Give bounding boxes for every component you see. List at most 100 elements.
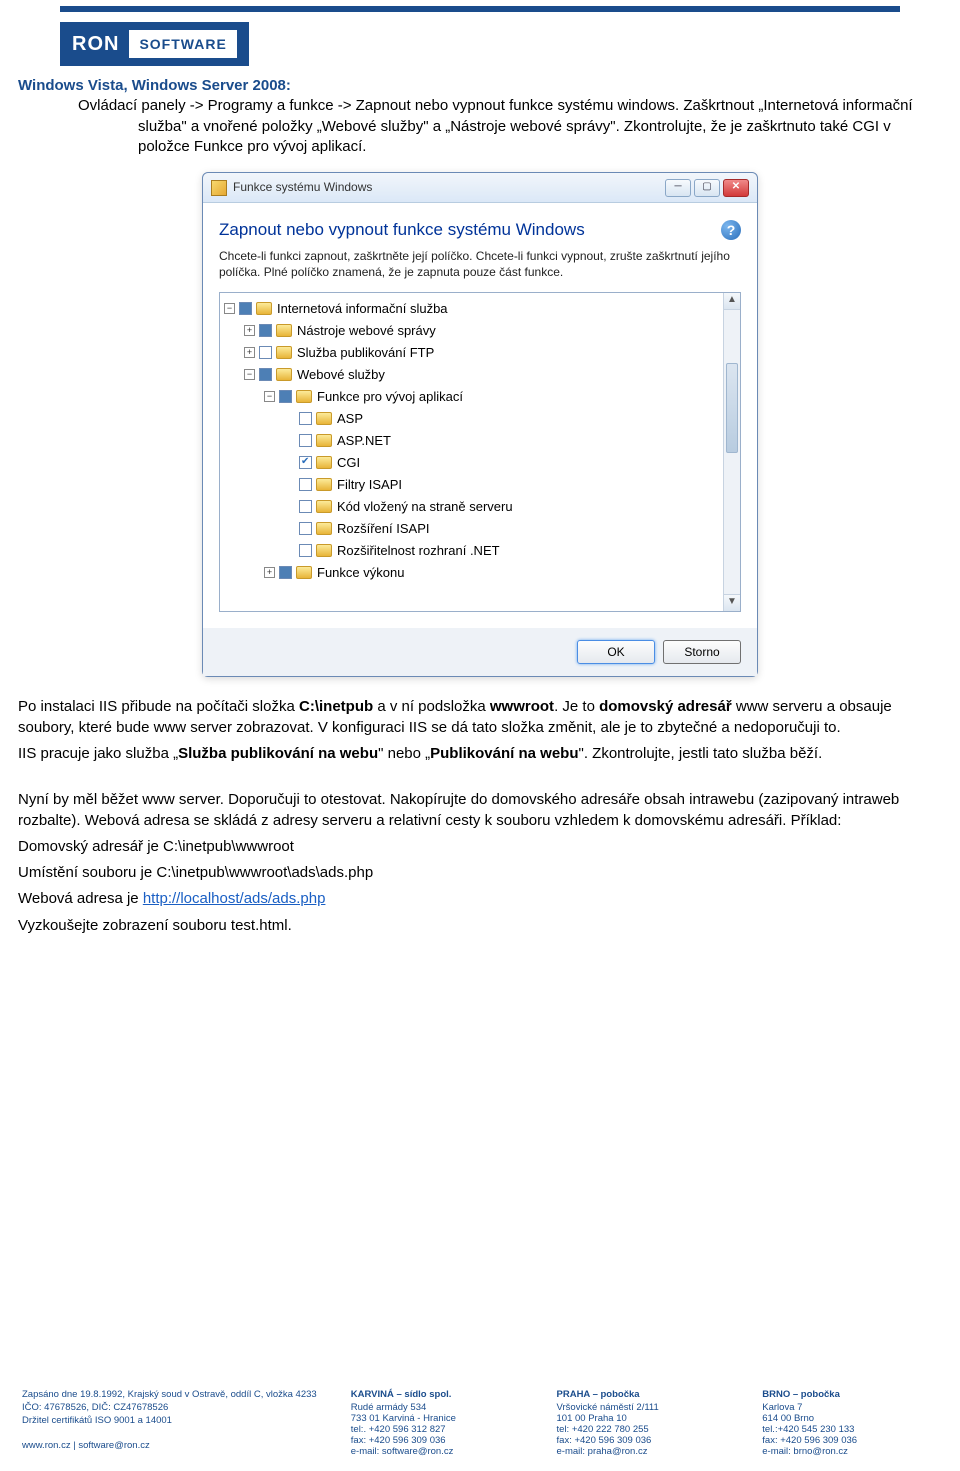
paragraph-1: Ovládací panely -> Programy a funkce -> … [78, 96, 942, 157]
office-tel: tel: +420 222 780 255 [557, 1424, 733, 1435]
checkbox[interactable] [299, 544, 312, 557]
collapse-icon[interactable]: − [244, 369, 255, 380]
tree-item[interactable]: Filtry ISAPI [220, 473, 740, 495]
url-link[interactable]: http://localhost/ads/ads.php [143, 890, 326, 907]
footer-web: www.ron.cz | software@ron.cz [22, 1440, 321, 1451]
scroll-thumb[interactable] [726, 363, 738, 453]
checkbox[interactable] [299, 500, 312, 513]
folder-icon [316, 434, 332, 447]
folder-icon [276, 368, 292, 381]
tree-label: ASP [337, 410, 363, 428]
tree-item[interactable]: + Služba publikování FTP [220, 341, 740, 363]
folder-icon [256, 302, 272, 315]
office-addr2: 101 00 Praha 10 [557, 1413, 733, 1424]
cancel-button[interactable]: Storno [663, 640, 741, 664]
tree-label: Internetová informační služba [277, 300, 448, 318]
tree-item[interactable]: ASP [220, 407, 740, 429]
scroll-up-icon[interactable]: ▲ [724, 293, 740, 310]
ok-button[interactable]: OK [577, 640, 655, 664]
office-tel: tel:. +420 596 312 827 [351, 1424, 527, 1435]
folder-icon [296, 566, 312, 579]
office-email: e-mail: software@ron.cz [351, 1446, 527, 1457]
tree-item[interactable]: Kód vložený na straně serveru [220, 495, 740, 517]
tree-label: Filtry ISAPI [337, 476, 402, 494]
office-addr: Rudé armády 534 [351, 1402, 527, 1413]
tree-item[interactable]: CGI [220, 451, 740, 473]
paragraph-3: IIS pracuje jako služba „Služba publikov… [18, 744, 942, 764]
tree-item[interactable]: ASP.NET [220, 429, 740, 451]
checkbox[interactable] [259, 346, 272, 359]
section-heading: Windows Vista, Windows Server 2008: [18, 77, 291, 94]
tree-item[interactable]: Rozšiřitelnost rozhraní .NET [220, 539, 740, 561]
feature-tree[interactable]: − Internetová informační služba + Nástroje … [219, 292, 741, 612]
tree-item[interactable]: − Internetová informační služba [220, 297, 740, 319]
scrollbar[interactable]: ▲ ▼ [723, 293, 740, 611]
folder-icon [316, 500, 332, 513]
office-addr2: 614 00 Brno [762, 1413, 938, 1424]
expand-icon[interactable]: + [244, 325, 255, 336]
checkbox[interactable] [299, 412, 312, 425]
checkbox[interactable] [259, 324, 272, 337]
tree-item[interactable]: + Funkce výkonu [220, 561, 740, 583]
checkbox[interactable] [279, 566, 292, 579]
expand-icon[interactable]: + [264, 567, 275, 578]
office-addr: Vršovické náměstí 2/111 [557, 1402, 733, 1413]
checkbox[interactable] [299, 478, 312, 491]
footer-office: PRAHA – pobočka Vršovické náměstí 2/11110… [557, 1389, 733, 1457]
logo-software: SOFTWARE [129, 30, 236, 58]
scroll-down-icon[interactable]: ▼ [724, 594, 740, 611]
tree-label: Rozšiřitelnost rozhraní .NET [337, 542, 500, 560]
folder-icon [316, 456, 332, 469]
checkbox[interactable] [259, 368, 272, 381]
office-fax: fax: +420 596 309 036 [351, 1435, 527, 1446]
help-icon[interactable]: ? [721, 220, 741, 240]
tree-label: Kód vložený na straně serveru [337, 498, 513, 516]
tree-label: Funkce výkonu [317, 564, 404, 582]
checkbox[interactable] [299, 456, 312, 469]
close-button[interactable]: ✕ [723, 179, 749, 197]
maximize-button[interactable]: ▢ [694, 179, 720, 197]
tree-label: Nástroje webové správy [297, 322, 436, 340]
office-fax: fax: +420 596 309 036 [762, 1435, 938, 1446]
paragraph-4-line5: Vyzkoušejte zobrazení souboru test.html. [18, 916, 942, 936]
checkbox[interactable] [299, 522, 312, 535]
footer-office: BRNO – pobočkaKarlova 7614 00 Brnotel.:+… [762, 1389, 938, 1457]
document-body: Windows Vista, Windows Server 2008: Ovlá… [0, 76, 960, 936]
footer-ico: IČO: 47678526, DIČ: CZ47678526 [22, 1402, 321, 1413]
window-title: Funkce systému Windows [233, 179, 665, 195]
expand-icon[interactable]: + [244, 347, 255, 358]
header: RON SOFTWARE [0, 12, 960, 76]
footer-registration: Zapsáno dne 19.8.1992, Krajský soud v Os… [22, 1389, 321, 1400]
logo-ron: RON [72, 33, 119, 56]
collapse-icon[interactable]: − [264, 391, 275, 402]
paragraph-2: Po instalaci IIS přibude na počítači slo… [18, 697, 942, 738]
collapse-icon[interactable]: − [224, 303, 235, 314]
windows-dialog: Funkce systému Windows ─ ▢ ✕ Zapnout neb… [202, 172, 758, 677]
checkbox[interactable] [239, 302, 252, 315]
office-tel: tel.:+420 545 230 133 [762, 1424, 938, 1435]
folder-icon [316, 544, 332, 557]
tree-item[interactable]: Rozšíření ISAPI [220, 517, 740, 539]
office-addr: Karlova 7 [762, 1402, 938, 1413]
office-name: PRAHA – pobočka [557, 1389, 733, 1400]
paragraph-4: Nyní by měl běžet www server. Doporučuji… [18, 790, 942, 831]
tree-item[interactable]: + Nástroje webové správy [220, 319, 740, 341]
tree-label: Webové služby [297, 366, 385, 384]
office-fax: fax: +420 596 309 036 [557, 1435, 733, 1446]
minimize-button[interactable]: ─ [665, 179, 691, 197]
paragraph-4-line2: Domovský adresář je C:\inetpub\wwwroot [18, 837, 942, 857]
folder-icon [316, 522, 332, 535]
logo: RON SOFTWARE [60, 22, 249, 66]
paragraph-4-line4: Webová adresa je http://localhost/ads/ad… [18, 889, 942, 909]
office-email: e-mail: brno@ron.cz [762, 1446, 938, 1457]
tree-item[interactable]: −Funkce pro vývoj aplikací [220, 385, 740, 407]
checkbox[interactable] [279, 390, 292, 403]
dialog-titlebar[interactable]: Funkce systému Windows ─ ▢ ✕ [203, 173, 757, 203]
office-name: KARVINÁ – sídlo spol. [351, 1389, 527, 1400]
checkbox[interactable] [299, 434, 312, 447]
tree-label: Služba publikování FTP [297, 344, 434, 362]
tree-item[interactable]: − Webové služby [220, 363, 740, 385]
footer: Zapsáno dne 19.8.1992, Krajský soud v Os… [22, 1388, 938, 1457]
office-email: e-mail: praha@ron.cz [557, 1446, 733, 1457]
dialog-heading: Zapnout nebo vypnout funkce systému Wind… [219, 219, 585, 242]
